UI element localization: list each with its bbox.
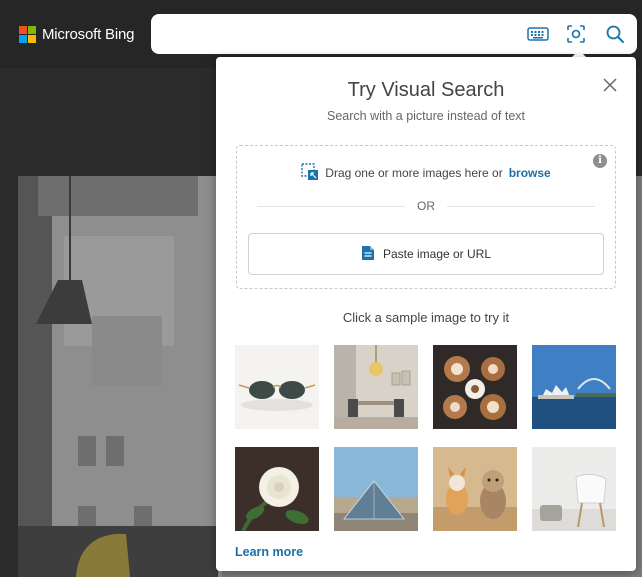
sample-image-white-rose[interactable] [235, 447, 319, 531]
visual-search-icon[interactable] [565, 24, 587, 44]
learn-more-link[interactable]: Learn more [235, 545, 303, 559]
or-divider: OR [257, 198, 595, 214]
sample-caption: Click a sample image to try it [342, 310, 510, 325]
sample-image-dining-room[interactable] [334, 345, 418, 429]
bing-logo[interactable]: Microsoft Bing [19, 24, 134, 44]
search-input[interactable] [163, 22, 517, 48]
brand-name: Microsoft Bing [42, 25, 135, 43]
keyboard-icon[interactable] [527, 24, 549, 44]
sample-image-dogs[interactable] [433, 447, 517, 531]
drag-drop-row: Drag one or more images here or browse [237, 162, 615, 184]
document-icon [361, 245, 375, 264]
close-icon[interactable] [600, 75, 620, 95]
sample-image-louvre-pyramid[interactable] [334, 447, 418, 531]
image-drop-zone[interactable]: i Drag one or more images here or browse… [236, 145, 616, 289]
sample-image-latte-art[interactable] [433, 345, 517, 429]
panel-subtitle: Search with a picture instead of text [326, 109, 526, 123]
microsoft-logo-icon [19, 25, 36, 43]
drag-drop-text: Drag one or more images here or [325, 166, 503, 180]
search-box[interactable] [151, 14, 637, 54]
paste-label: Paste image or URL [382, 247, 492, 261]
sample-image-sydney-opera-house[interactable] [532, 345, 616, 429]
drag-drop-icon [301, 162, 319, 184]
search-icon[interactable] [604, 24, 626, 44]
visual-search-panel: Try Visual Search Search with a picture … [216, 57, 636, 571]
sample-image-sunglasses[interactable] [235, 345, 319, 429]
browse-link[interactable]: browse [509, 166, 551, 180]
or-label: OR [417, 199, 435, 213]
paste-image-button[interactable]: Paste image or URL [248, 233, 604, 275]
sample-image-white-chair[interactable] [532, 447, 616, 531]
panel-title: Try Visual Search [347, 79, 505, 101]
